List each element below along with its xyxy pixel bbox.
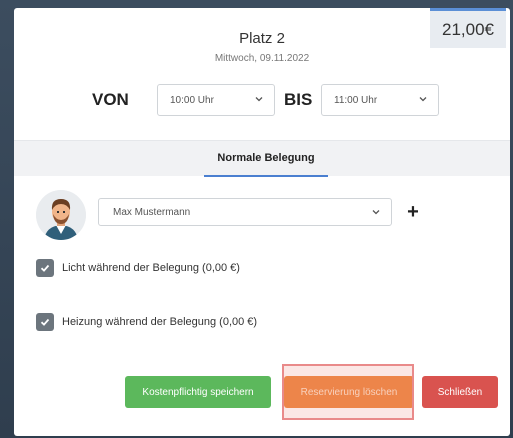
checkmark-icon [40, 318, 50, 326]
add-member-button[interactable]: + [402, 198, 424, 226]
tab-normale-belegung[interactable]: Normale Belegung [204, 141, 328, 177]
modal-date: Mittwoch, 09.11.2022 [214, 53, 310, 64]
to-time-value: 11:00 Uhr [334, 94, 378, 106]
user-avatar-icon [36, 190, 86, 240]
save-button[interactable]: Kostenpflichtig speichern [125, 376, 271, 408]
light-checkbox[interactable] [36, 259, 54, 277]
member-select-value: Max Mustermann [113, 206, 191, 218]
chevron-down-icon [419, 97, 427, 102]
chevron-down-icon [255, 97, 263, 102]
from-label: VON [92, 90, 129, 109]
time-range: VON 10:00 Uhr BIS 11:00 Uhr [14, 84, 510, 116]
checkmark-icon [40, 264, 50, 272]
reservation-modal: 21,00€ Platz 2 Mittwoch, 09.11.2022 VON … [14, 8, 510, 436]
member-select[interactable]: Max Mustermann [98, 198, 392, 226]
heating-option-label: Heizung während der Belegung (0,00 €) [62, 316, 258, 328]
tab-bar: Normale Belegung [14, 140, 510, 177]
light-option-label: Licht während der Belegung (0,00 €) [62, 262, 240, 274]
from-time-value: 10:00 Uhr [170, 94, 214, 106]
option-light[interactable]: Licht während der Belegung (0,00 €) [36, 258, 240, 278]
close-button[interactable]: Schließen [422, 376, 498, 408]
to-label: BIS [284, 90, 313, 109]
heating-checkbox[interactable] [36, 313, 54, 331]
chevron-down-icon [372, 210, 380, 215]
avatar [36, 190, 86, 240]
delete-reservation-button[interactable]: Reservierung löschen [284, 376, 414, 408]
modal-title: Platz 2 [239, 30, 285, 47]
from-time-select[interactable]: 10:00 Uhr [157, 84, 275, 116]
option-heating[interactable]: Heizung während der Belegung (0,00 €) [36, 312, 257, 332]
to-time-select[interactable]: 11:00 Uhr [321, 84, 439, 116]
